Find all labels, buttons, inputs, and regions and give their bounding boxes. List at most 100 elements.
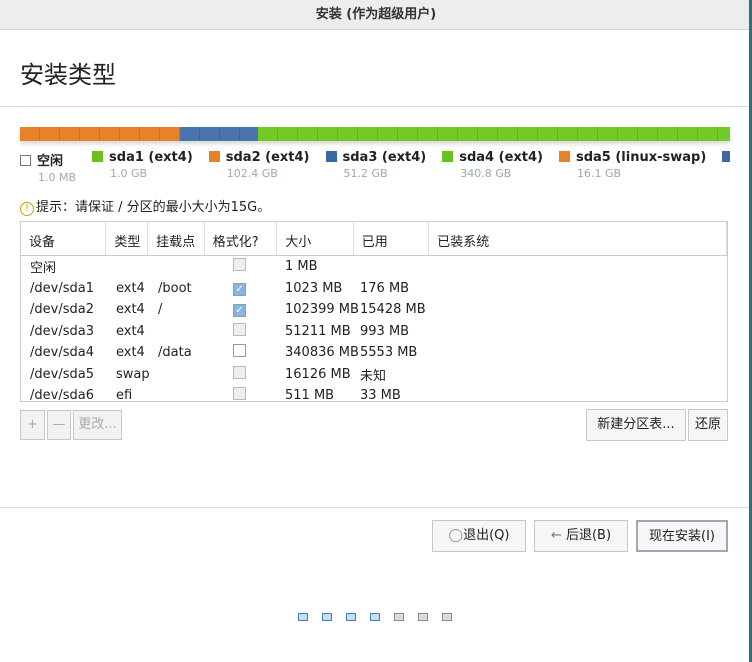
- hint: ! 提示：请保证 / 分区的最小大小为15G。: [20, 196, 270, 216]
- legend-label: 空闲: [37, 154, 64, 169]
- legend-swatch: [92, 151, 104, 162]
- column-header[interactable]: 设备: [21, 222, 107, 255]
- used-cell: 15428 MB: [360, 302, 426, 318]
- used-cell: 993 MB: [360, 323, 410, 339]
- legend-label: sda2 (ext4): [225, 150, 310, 165]
- legend-size: 16.1 GB: [576, 167, 622, 180]
- partition-legend: 空闲 1.0 MB sda1 (ext4) 1.0 GB sda2 (ext4) 102.…: [20, 150, 730, 184]
- column-header[interactable]: 格式化?: [205, 222, 278, 255]
- format-checkbox[interactable]: ✓: [233, 282, 246, 296]
- back-button[interactable]: ← 后退(B): [534, 520, 628, 552]
- column-header[interactable]: 已用: [354, 222, 430, 255]
- table-header: 设备 类型 挂载点 格式化? 大小 已用 已装系统: [21, 222, 727, 256]
- column-header[interactable]: 已装系统: [429, 222, 727, 255]
- change-partition-button[interactable]: 更改...: [73, 410, 122, 440]
- table-row[interactable]: 空闲 1 MB: [21, 256, 727, 278]
- step-dot: [442, 613, 452, 621]
- legend-item: 空闲 1.0 MB: [20, 150, 76, 184]
- bar-segment-swap: [20, 127, 180, 141]
- legend-label: sda5 (linux-swap): [575, 150, 707, 165]
- legend-size: 1.0 MB: [38, 171, 77, 184]
- hint-text: 提示：请保证 / 分区的最小大小为15G。: [36, 200, 271, 215]
- legend-swatch: [558, 151, 570, 162]
- bar-segment-blue: [180, 127, 258, 141]
- mount-cell: /data: [158, 345, 192, 361]
- back-label: 后退(B): [565, 528, 612, 543]
- partition-table[interactable]: 设备 类型 挂载点 格式化? 大小 已用 已装系统 空闲 1 MB/dev/sda1 ext4/…: [20, 221, 728, 402]
- table-row[interactable]: /dev/sda3 ext4 51211 MB 993 MB: [21, 321, 727, 343]
- table-row[interactable]: /dev/sda5 swap 16126 MB 未知: [21, 364, 727, 386]
- format-checkbox[interactable]: [233, 387, 246, 401]
- legend-item: sda1 (ext4) 1.0 GB: [92, 150, 193, 184]
- legend-size: 51.2 GB: [343, 167, 388, 180]
- legend-item: sda2 (ext4) 102.4 GB: [208, 150, 310, 184]
- type-cell: ext4: [116, 323, 145, 339]
- legend-label: sda3 (ext4): [342, 150, 427, 165]
- device-cell: /dev/sda2: [30, 302, 94, 318]
- step-dot: [370, 613, 380, 621]
- format-checkbox[interactable]: [233, 322, 246, 336]
- column-header[interactable]: 挂载点: [148, 222, 205, 255]
- type-cell: ext4: [116, 280, 145, 296]
- legend-item: sda5 (linux-swap) 16.1 GB: [558, 150, 707, 184]
- used-cell: 33 MB: [360, 388, 401, 402]
- step-dot: [322, 613, 332, 621]
- format-checkbox[interactable]: [233, 365, 246, 379]
- revert-button[interactable]: 还原: [688, 409, 728, 441]
- device-cell: /dev/sda3: [30, 323, 94, 339]
- device-cell: 空闲: [30, 261, 57, 277]
- mount-cell: /: [158, 302, 163, 318]
- legend-item: sda4 (ext4) 340.8 GB: [442, 150, 543, 184]
- divider: [0, 106, 749, 107]
- format-checkbox[interactable]: [233, 344, 246, 358]
- type-cell: swap: [116, 366, 150, 382]
- device-cell: /dev/sda4: [30, 345, 94, 361]
- column-header[interactable]: 大小: [277, 222, 354, 255]
- step-indicator: [298, 613, 452, 621]
- legend-size: 1.0 GB: [110, 167, 148, 180]
- table-row[interactable]: /dev/sda4 ext4/data 340836 MB 5553 MB: [21, 342, 727, 364]
- step-dot: [394, 613, 404, 621]
- type-cell: efi: [116, 388, 133, 402]
- table-row[interactable]: /dev/sda1 ext4/boot ✓ 1023 MB 176 MB: [21, 278, 727, 300]
- size-cell: 16126 MB: [285, 366, 351, 382]
- legend-label: sda1 (ext4): [109, 150, 193, 165]
- used-cell: 176 MB: [360, 280, 410, 296]
- size-cell: 340836 MB: [285, 345, 359, 361]
- new-partition-table-button[interactable]: 新建分区表...: [586, 409, 686, 441]
- size-cell: 102399 MB: [285, 302, 359, 318]
- legend-swatch: [722, 151, 730, 162]
- legend-swatch: [325, 151, 337, 162]
- device-cell: /dev/sda1: [30, 280, 94, 296]
- step-dot: [298, 613, 308, 621]
- device-cell: /dev/sda5: [30, 366, 94, 382]
- column-header[interactable]: 类型: [106, 222, 149, 255]
- format-checkbox[interactable]: ✓: [233, 304, 246, 318]
- step-dot: [418, 613, 428, 621]
- quit-button[interactable]: ◯退出(Q): [432, 520, 526, 552]
- remove-partition-button[interactable]: —: [47, 410, 71, 440]
- quit-label: 退出(Q): [463, 528, 510, 543]
- table-row[interactable]: /dev/sda6 efi 511 MB 33 MB: [21, 385, 727, 402]
- power-icon: ◯: [448, 528, 464, 543]
- window-title: 安装 (作为超级用户): [0, 0, 752, 30]
- step-dot: [346, 613, 356, 621]
- bar-segment-green: [258, 127, 730, 141]
- mount-cell: /boot: [158, 280, 192, 296]
- legend-swatch: [20, 155, 31, 166]
- install-now-button[interactable]: 现在安装(I): [636, 520, 728, 552]
- legend-label: sda4 (ext4): [459, 150, 543, 165]
- legend-swatch: [208, 151, 220, 162]
- size-cell: 51211 MB: [285, 323, 351, 339]
- type-cell: ext4: [116, 302, 145, 318]
- table-row[interactable]: /dev/sda2 ext4 / ✓ 102399 MB 15428 MB: [21, 299, 727, 321]
- divider: [0, 507, 749, 508]
- size-cell: 1 MB: [285, 259, 318, 275]
- partition-bar: [20, 127, 730, 141]
- type-cell: ext4: [116, 345, 145, 361]
- legend-size: 102.4 GB: [226, 167, 278, 180]
- legend-item: sda3 (ext4) 51.2 GB: [325, 150, 427, 184]
- format-checkbox[interactable]: [233, 258, 246, 272]
- size-cell: 1023 MB: [285, 280, 343, 296]
- add-partition-button[interactable]: +: [20, 410, 45, 440]
